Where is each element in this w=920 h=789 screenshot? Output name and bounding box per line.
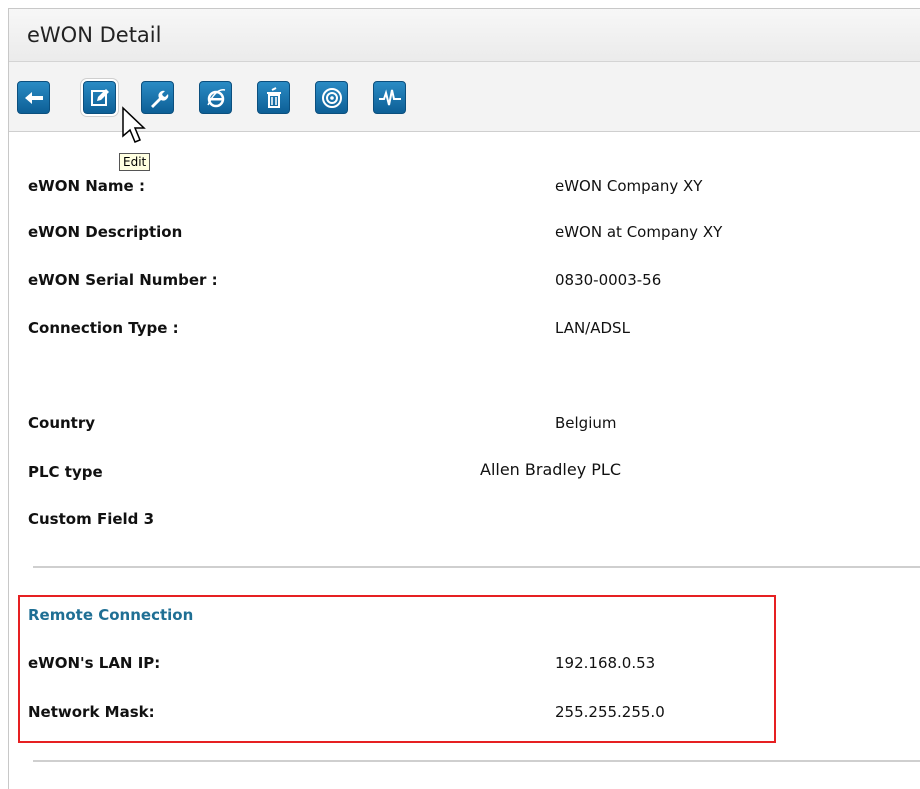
country-value: Belgium: [555, 414, 617, 432]
arrow-left-icon: [24, 91, 43, 104]
ewon-description-value: eWON at Company XY: [555, 223, 723, 241]
page-title: eWON Detail: [27, 23, 162, 47]
internet-explorer-icon: [206, 88, 225, 107]
edit-button[interactable]: [81, 79, 118, 116]
connection-type-value: LAN/ADSL: [555, 319, 630, 337]
country-label: Country: [28, 414, 96, 432]
connection-type-label: Connection Type :: [28, 319, 179, 337]
connect-button[interactable]: [315, 81, 348, 114]
ewon-serial-value: 0830-0003-56: [555, 271, 662, 289]
wrench-icon: [150, 90, 168, 108]
ewon-name-value: eWON Company XY: [555, 177, 703, 195]
delete-button[interactable]: [257, 81, 290, 114]
monitor-button[interactable]: [373, 81, 406, 114]
ewon-description-label: eWON Description: [28, 223, 183, 241]
separator-bottom: [33, 760, 920, 762]
edit-tooltip: Edit: [119, 153, 151, 171]
lan-ip-label: eWON's LAN IP:: [28, 654, 161, 672]
ewon-detail-panel: eWON Detail Edit eWON Name : eWON Compan…: [8, 8, 920, 789]
ewon-name-label: eWON Name :: [28, 177, 145, 195]
ewon-serial-label: eWON Serial Number :: [28, 271, 218, 289]
lan-ip-value: 192.168.0.53: [555, 654, 656, 672]
mouse-cursor-icon: [122, 106, 146, 143]
panel-header: eWON Detail: [9, 9, 920, 62]
plc-type-label: PLC type: [28, 463, 103, 481]
back-button[interactable]: [17, 81, 50, 114]
network-mask-label: Network Mask:: [28, 703, 155, 721]
connect-icon: [321, 87, 342, 108]
custom-field-3-label: Custom Field 3: [28, 510, 155, 528]
plc-type-value: Allen Bradley PLC: [480, 460, 621, 479]
trash-icon: [266, 86, 281, 108]
edit-icon: [90, 88, 109, 106]
separator: [33, 566, 920, 568]
network-mask-value: 255.255.255.0: [555, 703, 665, 721]
internet-button[interactable]: [199, 81, 232, 114]
heartbeat-icon: [378, 88, 401, 105]
remote-connection-title: Remote Connection: [28, 606, 194, 624]
